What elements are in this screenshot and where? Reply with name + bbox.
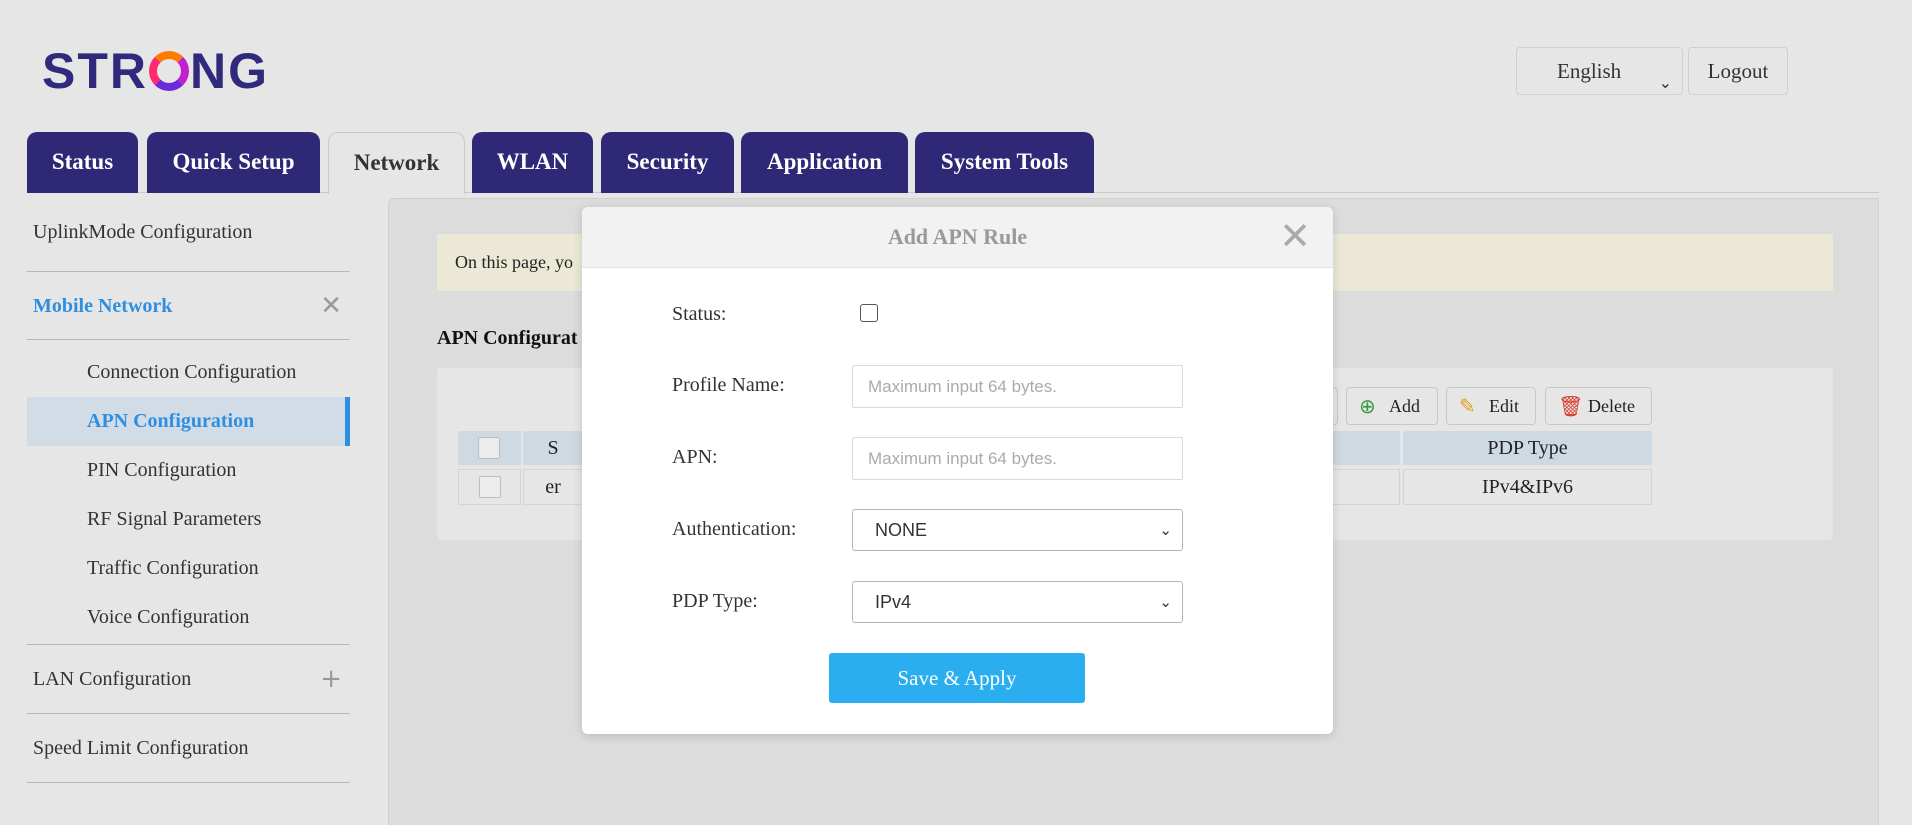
sidebar-item-label: LAN Configuration <box>33 668 192 690</box>
add-button-label: Add <box>1389 396 1420 416</box>
pdp-type-label: PDP Type: <box>672 590 758 612</box>
profile-name-label: Profile Name: <box>672 374 785 396</box>
sidebar-item-label: Mobile Network <box>33 295 173 317</box>
main-tabs: Status Quick Setup Network WLAN Security… <box>27 132 1879 194</box>
add-button[interactable]: ⊕ Add <box>1346 387 1438 425</box>
pdp-type-select[interactable]: IPv4 ⌄ <box>852 581 1183 623</box>
language-value: English <box>1557 59 1622 83</box>
sidebar-item-label: UplinkMode Configuration <box>33 221 253 243</box>
logout-button[interactable]: Logout <box>1688 47 1788 95</box>
status-checkbox[interactable] <box>860 304 878 322</box>
sidebar-item-connection-configuration[interactable]: Connection Configuration <box>27 348 350 397</box>
table-cell-pdp-type: IPv4&IPv6 <box>1403 469 1652 505</box>
language-select[interactable]: English ⌄ <box>1516 47 1683 95</box>
sidebar-item-voice-configuration[interactable]: Voice Configuration <box>27 593 350 642</box>
tab-security[interactable]: Security <box>601 132 734 193</box>
table-header-pdp-type: PDP Type <box>1403 431 1652 465</box>
profile-name-input[interactable]: Maximum input 64 bytes. <box>852 365 1183 408</box>
mobile-network-submenu: Connection Configuration APN Configurati… <box>27 340 350 645</box>
tab-wlan[interactable]: WLAN <box>472 132 593 193</box>
pdp-type-value: IPv4 <box>875 592 912 612</box>
table-header-apn-partial <box>1330 431 1400 465</box>
tab-status[interactable]: Status <box>27 132 138 193</box>
sidebar-item-label: Speed Limit Configuration <box>33 737 249 759</box>
apn-label: APN: <box>672 446 718 468</box>
delete-button[interactable]: 🗑 Delete <box>1545 387 1652 425</box>
tab-quick-setup[interactable]: Quick Setup <box>147 132 320 193</box>
add-apn-rule-dialog: Add APN Rule ✕ Status: Profile Name: Max… <box>582 207 1333 734</box>
authentication-select[interactable]: NONE ⌄ <box>852 509 1183 551</box>
authentication-label: Authentication: <box>672 518 797 540</box>
table-cell-status: er <box>523 469 583 505</box>
tab-network[interactable]: Network <box>328 132 465 194</box>
close-icon[interactable]: ✕ <box>1279 217 1311 255</box>
tab-system-tools[interactable]: System Tools <box>915 132 1094 193</box>
chevron-down-icon: ⌄ <box>1159 521 1172 539</box>
expand-plus-icon[interactable]: + <box>320 645 342 713</box>
dialog-title: Add APN Rule <box>582 207 1333 268</box>
tab-application[interactable]: Application <box>741 132 908 193</box>
sidebar-item-speed-limit-configuration[interactable]: Speed Limit Configuration <box>27 714 350 783</box>
strong-logo: STR NG <box>42 43 269 99</box>
collapse-x-icon[interactable]: ✕ <box>320 272 342 340</box>
delete-button-label: Delete <box>1588 396 1635 416</box>
row-checkbox[interactable] <box>479 476 501 498</box>
sidebar-item-apn-configuration[interactable]: APN Configuration <box>27 397 350 446</box>
edit-pencil-icon: ✎ <box>1459 394 1476 418</box>
status-label: Status: <box>672 303 727 325</box>
section-title: APN Configurat <box>437 327 578 349</box>
edit-button[interactable]: ✎ Edit <box>1446 387 1536 425</box>
sidebar-item-lan-configuration[interactable]: LAN Configuration + <box>27 645 350 714</box>
table-header-status: S <box>523 431 583 465</box>
chevron-down-icon: ⌄ <box>1159 593 1172 611</box>
sidebar-item-traffic-configuration[interactable]: Traffic Configuration <box>27 544 350 593</box>
select-all-checkbox[interactable] <box>478 437 500 459</box>
authentication-value: NONE <box>875 520 928 540</box>
table-header-select <box>458 431 521 465</box>
trash-icon: 🗑 <box>1558 394 1584 418</box>
edit-button-label: Edit <box>1489 396 1519 416</box>
add-circle-icon: ⊕ <box>1359 394 1376 418</box>
sidebar: UplinkMode Configuration Mobile Network … <box>27 203 350 783</box>
logo-ring-icon <box>149 51 189 91</box>
sidebar-item-mobile-network[interactable]: Mobile Network ✕ <box>27 272 350 340</box>
sidebar-item-pin-configuration[interactable]: PIN Configuration <box>27 446 350 495</box>
table-cell-apn-partial <box>1330 469 1400 505</box>
apn-input[interactable]: Maximum input 64 bytes. <box>852 437 1183 480</box>
chevron-down-icon: ⌄ <box>1658 73 1672 92</box>
sidebar-item-rf-signal-parameters[interactable]: RF Signal Parameters <box>27 495 350 544</box>
save-apply-button[interactable]: Save & Apply <box>829 653 1085 703</box>
table-cell-select <box>458 469 521 505</box>
sidebar-item-uplinkmode[interactable]: UplinkMode Configuration <box>27 203 350 272</box>
